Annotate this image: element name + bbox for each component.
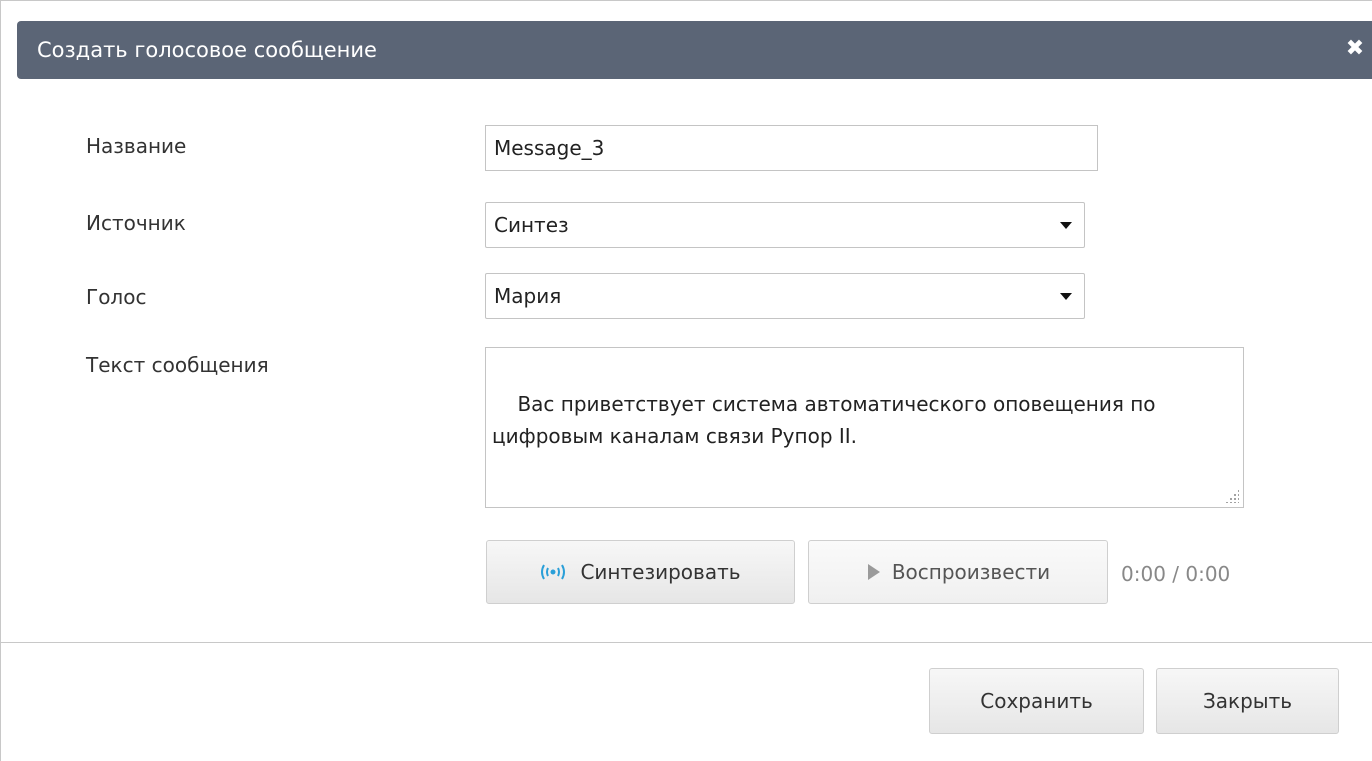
message-text-value: Вас приветствует система автоматического… — [492, 392, 1162, 448]
play-label: Воспроизвести — [891, 560, 1051, 584]
message-text-area[interactable]: Вас приветствует система автоматического… — [485, 347, 1244, 508]
voice-selected-value: Мария — [494, 284, 562, 308]
footer-divider — [1, 642, 1372, 643]
chevron-down-icon — [1060, 221, 1072, 229]
source-selected-value: Синтез — [494, 213, 569, 237]
dialog-title: Создать голосовое сообщение — [37, 38, 377, 62]
close-icon[interactable]: ✖ — [1341, 34, 1369, 62]
dialog-titlebar: Создать голосовое сообщение ✖ — [17, 21, 1372, 79]
source-label: Источник — [86, 211, 186, 235]
synthesize-button[interactable]: Синтезировать — [486, 540, 795, 604]
chevron-down-icon — [1060, 292, 1072, 300]
synthesize-label: Синтезировать — [580, 560, 741, 584]
playback-time: 0:00 / 0:00 — [1121, 562, 1231, 586]
resize-grip-icon[interactable] — [1225, 489, 1239, 503]
save-button[interactable]: Сохранить — [929, 668, 1144, 734]
source-select[interactable]: Синтез — [485, 202, 1085, 248]
voice-select[interactable]: Мария — [485, 273, 1085, 319]
play-icon — [866, 562, 882, 582]
voice-label: Голос — [86, 285, 147, 309]
sound-waves-icon — [540, 561, 570, 583]
name-input[interactable] — [485, 125, 1098, 171]
close-button[interactable]: Закрыть — [1156, 668, 1339, 734]
voice-message-dialog: Создать голосовое сообщение ✖ Название И… — [0, 0, 1372, 761]
play-button[interactable]: Воспроизвести — [808, 540, 1108, 604]
message-text-label: Текст сообщения — [86, 353, 269, 377]
name-label: Название — [86, 134, 187, 158]
